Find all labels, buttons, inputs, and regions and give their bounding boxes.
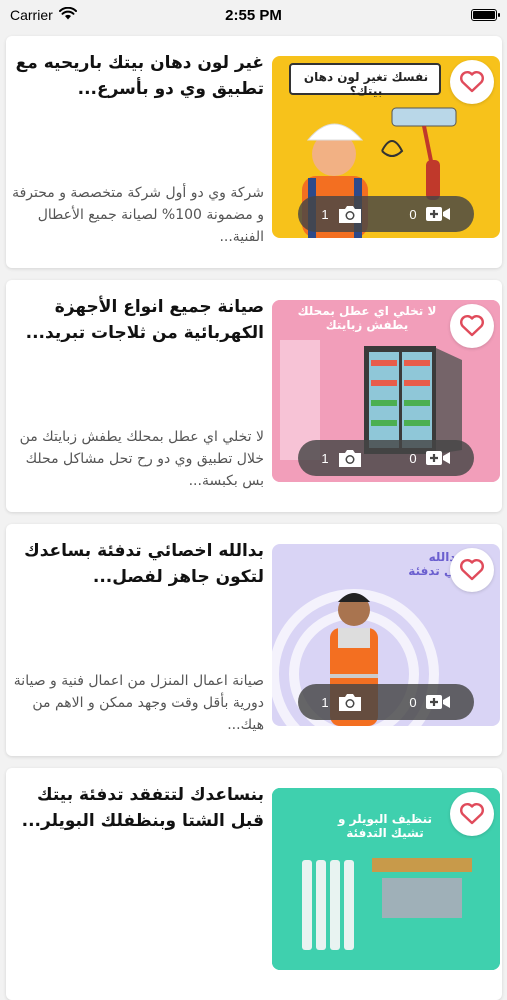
photo-count: 1 xyxy=(321,691,362,713)
photo-count: 1 xyxy=(321,447,362,469)
heart-icon xyxy=(460,559,484,581)
status-left: Carrier xyxy=(10,6,77,23)
card-image[interactable]: نفسك تغير لون دهان بيتك؟ 1 0 xyxy=(272,56,500,238)
card-title[interactable]: صيانة جميع انواع الأجهزة الكهربائية من ث… xyxy=(12,294,264,346)
camera-icon xyxy=(338,450,361,467)
status-bar: Carrier 2:55 PM xyxy=(0,0,507,30)
card-image[interactable]: تنظيف البويلر و تشيك التدفئة xyxy=(272,788,500,970)
heart-icon xyxy=(460,71,484,93)
battery-icon xyxy=(471,9,500,21)
media-count-pill: 1 0 xyxy=(298,440,474,476)
card-text: بدالله اخصائي تدفئة بساعدك لتكون جاهز لف… xyxy=(12,538,264,738)
image-caption: نفسك تغير لون دهان بيتك؟ xyxy=(303,70,429,98)
video-count-value: 0 xyxy=(409,694,417,710)
video-plus-icon xyxy=(425,207,450,221)
image-caption: لا تخلي اي عطل بمحلك يطفش زبايتك xyxy=(297,304,437,332)
card-title[interactable]: بدالله اخصائي تدفئة بساعدك لتكون جاهز لف… xyxy=(12,538,264,590)
carrier-label: Carrier xyxy=(10,7,53,23)
service-card[interactable]: لا تخلي اي عطل بمحلك يطفش زبايتك 1 0 صيا… xyxy=(6,280,502,512)
video-count: 0 xyxy=(409,204,450,224)
video-plus-icon xyxy=(425,695,450,709)
card-description: صيانة اعمال المنزل من اعمال فنية و صيانة… xyxy=(13,673,264,733)
video-count: 0 xyxy=(409,448,450,468)
card-image[interactable]: عبدالله اخصائي تدفئة 1 0 xyxy=(272,544,500,726)
card-title[interactable]: غير لون دهان بيتك باريحيه مع تطبيق وي دو… xyxy=(12,50,264,102)
video-count: 0 xyxy=(409,692,450,712)
service-card[interactable]: تنظيف البويلر و تشيك التدفئة بنساعدك لتت… xyxy=(6,768,502,1000)
service-card[interactable]: عبدالله اخصائي تدفئة 1 0 بدالله اخصائي ت… xyxy=(6,524,502,756)
favorite-button[interactable] xyxy=(450,548,494,592)
video-count-value: 0 xyxy=(409,206,417,222)
photo-count-value: 1 xyxy=(321,694,329,710)
photo-count: 1 xyxy=(321,203,362,225)
service-card[interactable]: نفسك تغير لون دهان بيتك؟ 1 0 غير لون دها… xyxy=(6,36,502,268)
video-plus-icon xyxy=(425,451,450,465)
card-text: بنساعدك لتتفقد تدفئة بيتك قبل الشتا وبنظ… xyxy=(12,782,264,982)
card-description: شركة وي دو أول شركة متخصصة و محترفة و مض… xyxy=(12,185,264,245)
camera-icon xyxy=(338,206,361,223)
media-count-pill: 1 0 xyxy=(298,196,474,232)
favorite-button[interactable] xyxy=(450,60,494,104)
card-text: صيانة جميع انواع الأجهزة الكهربائية من ث… xyxy=(12,294,264,494)
wifi-icon xyxy=(58,6,77,23)
favorite-button[interactable] xyxy=(450,304,494,348)
card-image[interactable]: لا تخلي اي عطل بمحلك يطفش زبايتك 1 0 xyxy=(272,300,500,482)
heart-icon xyxy=(460,803,484,825)
photo-count-value: 1 xyxy=(321,206,329,222)
camera-icon xyxy=(338,694,361,711)
heart-icon xyxy=(460,315,484,337)
card-description: لا تخلي اي عطل بمحلك يطفش زبايتك من خلال… xyxy=(19,429,264,489)
media-count-pill: 1 0 xyxy=(298,684,474,720)
image-caption: تنظيف البويلر و تشيك التدفئة xyxy=(337,812,432,840)
favorite-button[interactable] xyxy=(450,792,494,836)
video-count-value: 0 xyxy=(409,450,417,466)
card-text: غير لون دهان بيتك باريحيه مع تطبيق وي دو… xyxy=(12,50,264,250)
card-title[interactable]: بنساعدك لتتفقد تدفئة بيتك قبل الشتا وبنظ… xyxy=(12,782,264,834)
photo-count-value: 1 xyxy=(321,450,329,466)
